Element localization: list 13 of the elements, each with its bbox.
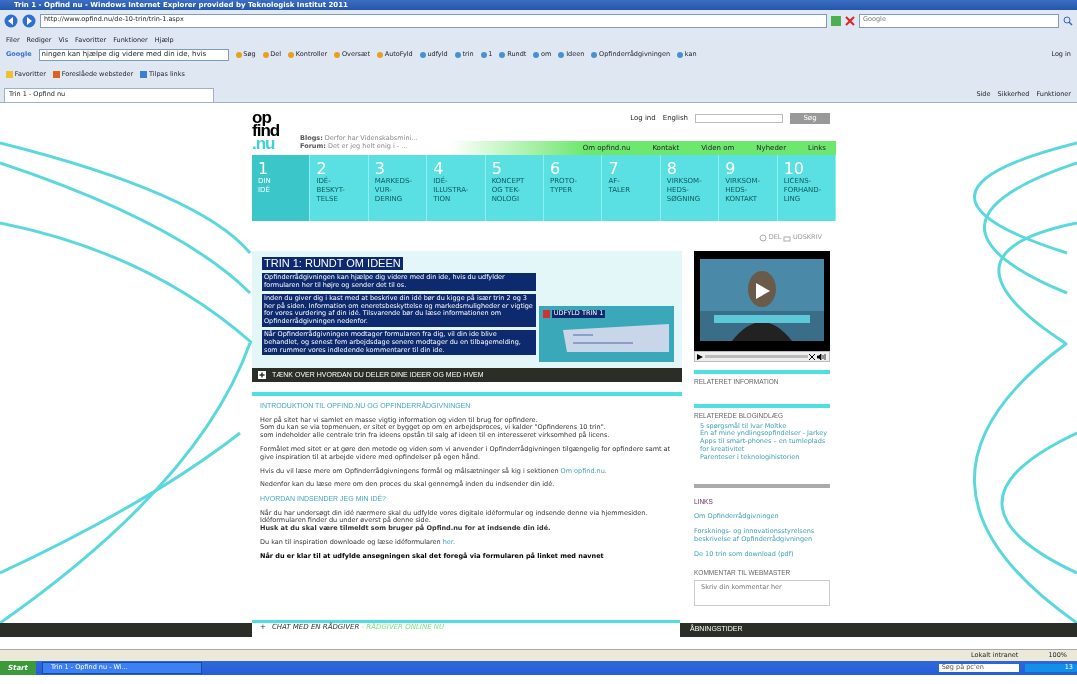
logo-text[interactable]: find — [252, 124, 280, 137]
plus-icon[interactable] — [258, 371, 266, 380]
back-icon[interactable] — [4, 14, 18, 28]
forward-icon[interactable] — [22, 14, 36, 28]
search-icon[interactable] — [1063, 16, 1073, 26]
volume-icon[interactable] — [817, 353, 827, 360]
fullscreen-icon[interactable] — [809, 353, 816, 360]
close-icon[interactable] — [845, 16, 855, 26]
play-icon[interactable] — [697, 353, 703, 360]
search-input[interactable] — [695, 113, 783, 123]
share-icon[interactable] — [759, 234, 767, 242]
logo-text[interactable]: op — [252, 111, 271, 124]
page-title: TRIN 1: RUNDT OM IDEEN — [262, 257, 403, 271]
